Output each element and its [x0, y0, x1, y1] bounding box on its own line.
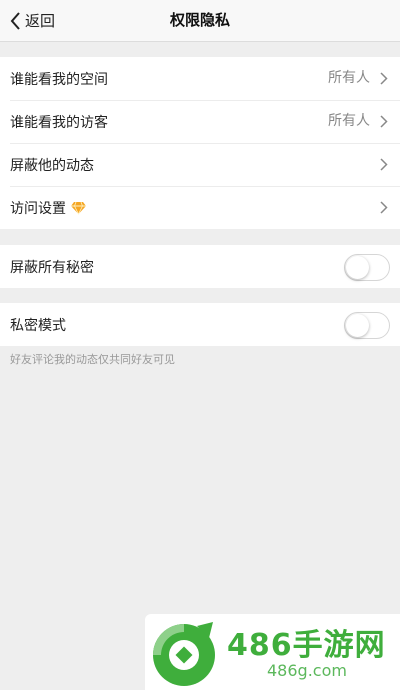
secret-group: 屏蔽所有秘密	[0, 245, 400, 288]
row-label: 屏蔽他的动态	[10, 157, 94, 174]
toggle-knob	[346, 314, 369, 337]
row-private-mode: 私密模式	[0, 303, 400, 346]
row-label: 屏蔽所有秘密	[10, 259, 94, 276]
watermark: 486手游网 486g.com	[145, 614, 400, 690]
private-mode-toggle[interactable]	[344, 312, 390, 339]
watermark-url: 486g.com	[267, 661, 347, 680]
row-label: 私密模式	[10, 317, 66, 334]
row-label: 谁能看我的访客	[10, 114, 108, 131]
row-value: 所有人	[328, 70, 370, 86]
row-block-their-feed[interactable]: 屏蔽他的动态	[0, 143, 400, 186]
watermark-title: 486手游网	[227, 628, 386, 663]
row-block-all-secrets: 屏蔽所有秘密	[0, 245, 400, 288]
chevron-right-icon	[380, 115, 388, 128]
row-label: 访问设置	[10, 200, 66, 217]
chevron-right-icon	[380, 72, 388, 85]
row-who-can-see-space[interactable]: 谁能看我的空间 所有人	[0, 57, 400, 100]
private-mode-hint: 好友评论我的动态仅共同好友可见	[10, 353, 175, 366]
toggle-knob	[346, 256, 369, 279]
row-label: 谁能看我的空间	[10, 71, 108, 88]
diamond-icon	[70, 201, 87, 215]
watermark-logo-icon	[147, 618, 221, 688]
page-title: 权限隐私	[169, 11, 230, 29]
row-value: 所有人	[328, 113, 370, 129]
nav-bar: 返回 权限隐私	[0, 0, 400, 42]
block-secrets-toggle[interactable]	[344, 254, 390, 281]
row-access-settings[interactable]: 访问设置	[0, 186, 400, 229]
permission-group: 谁能看我的空间 所有人 谁能看我的访客 所有人 屏蔽他的动态 访问设置	[0, 57, 400, 229]
row-who-can-see-visitors[interactable]: 谁能看我的访客 所有人	[0, 100, 400, 143]
private-group: 私密模式	[0, 303, 400, 346]
chevron-right-icon	[380, 201, 388, 214]
chevron-right-icon	[380, 158, 388, 171]
